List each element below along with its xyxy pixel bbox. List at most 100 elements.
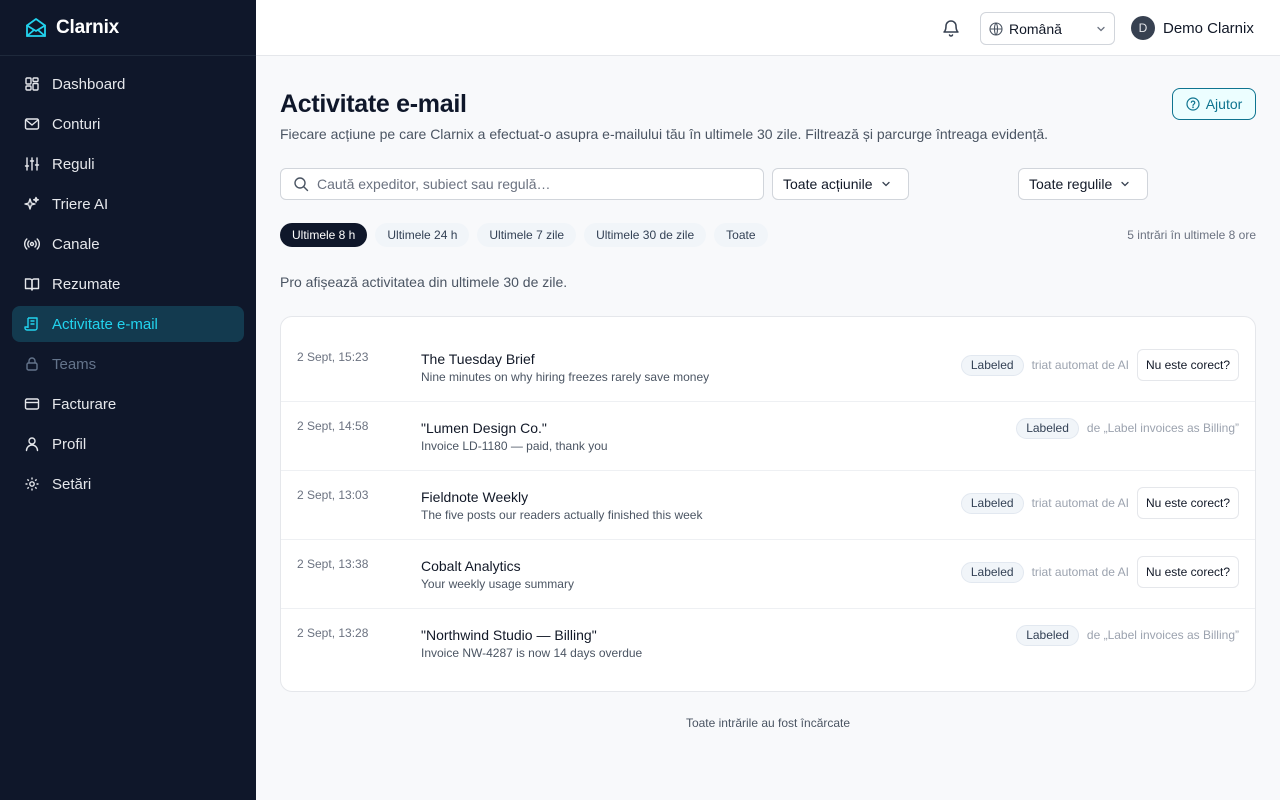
sidebar-item-label: Conturi [52, 115, 101, 133]
time-range-chips: Ultimele 8 h Ultimele 24 h Ultimele 7 zi… [280, 223, 768, 247]
dashboard-icon [24, 76, 40, 92]
activity-sender: "Northwind Studio — Billing" [421, 627, 597, 643]
main-content: Activitate e-mail Fiecare acțiune pe car… [256, 56, 1280, 800]
not-correct-button[interactable]: Nu este corect? [1136, 349, 1239, 381]
globe-icon [989, 21, 1003, 36]
book-open-icon [24, 276, 40, 292]
not-correct-button[interactable]: Nu este corect? [1136, 487, 1239, 519]
sidebar-item-conturi[interactable]: Conturi [12, 106, 244, 142]
sidebar-item-canale[interactable]: Canale [12, 226, 244, 262]
sidebar-item-label: Dashboard [52, 75, 126, 93]
broadcast-icon [24, 236, 40, 252]
activity-subject: The five posts our readers actually fini… [421, 508, 703, 522]
actions-filter-label: Toate acțiunile [783, 176, 873, 192]
credit-card-icon [24, 396, 40, 412]
activity-sender: Fieldnote Weekly [421, 489, 529, 505]
rules-filter-dropdown[interactable]: Toate regulile [1018, 168, 1148, 200]
language-value: Română [1009, 20, 1062, 37]
activity-row[interactable]: 2 Sept, 13:38 Cobalt Analytics Your week… [281, 540, 1255, 609]
activity-source: de „Label invoices as Billing” [1086, 421, 1239, 435]
mail-icon [24, 116, 40, 132]
activity-time: 2 Sept, 13:38 [297, 557, 369, 571]
activity-source: de „Label invoices as Billing” [1086, 628, 1239, 642]
sliders-icon [24, 156, 40, 172]
activity-time: 2 Sept, 15:23 [297, 350, 369, 364]
chevron-down-icon [881, 179, 891, 189]
search-input[interactable] [317, 176, 737, 192]
activity-actions: Labeled triat automat de AI Nu este core… [960, 556, 1239, 588]
activity-sender: The Tuesday Brief [421, 351, 535, 367]
activity-subject: Nine minutes on why hiring freezes rarel… [421, 370, 710, 384]
avatar: D [1131, 16, 1155, 40]
chip-last-30-days[interactable]: Ultimele 30 de zile [584, 223, 707, 247]
chip-last-7-days[interactable]: Ultimele 7 zile [477, 223, 577, 247]
status-badge: Labeled [960, 561, 1024, 583]
scroll-icon [24, 316, 40, 332]
activity-time: 2 Sept, 13:28 [297, 626, 369, 640]
sidebar-item-label: Reguli [52, 155, 95, 173]
top-header: Română D Demo Clarnix [256, 0, 1280, 56]
activity-row[interactable]: 2 Sept, 13:28 "Northwind Studio — Billin… [281, 609, 1255, 678]
activity-sender: Cobalt Analytics [421, 558, 521, 574]
gear-icon [24, 476, 40, 492]
chevron-down-icon [1096, 24, 1106, 34]
sidebar-item-profil[interactable]: Profil [12, 426, 244, 462]
search-box [280, 168, 764, 200]
chip-all[interactable]: Toate [714, 223, 768, 247]
activity-subject: Invoice NW-4287 is now 14 days overdue [421, 646, 643, 660]
notifications-bell-icon[interactable] [940, 17, 962, 39]
activity-list: 2 Sept, 15:23 The Tuesday Brief Nine min… [280, 316, 1256, 692]
sidebar-item-setari[interactable]: Setări [12, 466, 244, 502]
entries-count: 5 intrări în ultimele 8 ore [1127, 228, 1256, 242]
help-circle-icon [1186, 97, 1200, 111]
activity-row[interactable]: 2 Sept, 15:23 The Tuesday Brief Nine min… [281, 333, 1255, 402]
chip-last-8h[interactable]: Ultimele 8 h [280, 223, 368, 247]
sidebar-item-label: Facturare [52, 395, 117, 413]
activity-time: 2 Sept, 13:03 [297, 488, 369, 502]
sparkles-icon [24, 196, 40, 212]
plan-info-text: Pro afișează activitatea din ultimele 30… [280, 274, 568, 290]
sidebar-item-triere-ai[interactable]: Triere AI [12, 186, 244, 222]
activity-source: triat automat de AI [1031, 358, 1129, 372]
status-badge: Labeled [960, 354, 1024, 376]
activity-row[interactable]: 2 Sept, 14:58 "Lumen Design Co." Invoice… [281, 402, 1255, 471]
actions-filter-dropdown[interactable]: Toate acțiunile [772, 168, 909, 200]
sidebar-item-label: Canale [52, 235, 100, 253]
help-button[interactable]: Ajutor [1172, 88, 1256, 120]
activity-actions: Labeled de „Label invoices as Billing” [1016, 412, 1239, 444]
activity-subject: Your weekly usage summary [421, 577, 574, 591]
help-label: Ajutor [1205, 96, 1243, 112]
sidebar-item-label: Activitate e-mail [52, 315, 158, 333]
page-subtitle: Fiecare acțiune pe care Clarnix a efectu… [280, 126, 1049, 142]
sidebar-nav: Dashboard Conturi Reguli Triere AI Canal… [0, 56, 256, 516]
sidebar-item-activitate-email[interactable]: Activitate e-mail [12, 306, 244, 342]
activity-sender: "Lumen Design Co." [421, 420, 547, 436]
activity-row[interactable]: 2 Sept, 13:03 Fieldnote Weekly The five … [281, 471, 1255, 540]
brand-name: Clarnix [56, 16, 120, 38]
status-badge: Labeled [960, 492, 1024, 514]
sidebar-item-rezumate[interactable]: Rezumate [12, 266, 244, 302]
user-menu[interactable]: D Demo Clarnix [1131, 16, 1254, 40]
rules-filter-label: Toate regulile [1029, 176, 1113, 192]
sidebar: Clarnix Dashboard Conturi Reguli Triere … [0, 0, 256, 800]
page-title: Activitate e-mail [280, 90, 467, 118]
sidebar-item-reguli[interactable]: Reguli [12, 146, 244, 182]
not-correct-button[interactable]: Nu este corect? [1136, 556, 1239, 588]
search-icon [293, 176, 309, 192]
sidebar-item-label: Setări [52, 475, 92, 493]
envelope-logo-icon [24, 16, 48, 40]
chip-last-24h[interactable]: Ultimele 24 h [375, 223, 470, 247]
activity-actions: Labeled triat automat de AI Nu este core… [960, 487, 1239, 519]
lock-icon [24, 356, 40, 372]
sidebar-item-facturare[interactable]: Facturare [12, 386, 244, 422]
activity-subject: Invoice LD-1180 — paid, thank you [421, 439, 608, 453]
brand[interactable]: Clarnix [0, 0, 256, 56]
sidebar-item-label: Rezumate [52, 275, 121, 293]
language-select[interactable]: Română [980, 12, 1115, 45]
user-icon [24, 436, 40, 452]
activity-time: 2 Sept, 14:58 [297, 419, 369, 433]
all-loaded-note: Toate intrările au fost încărcate [685, 716, 851, 730]
user-name: Demo Clarnix [1163, 19, 1254, 37]
sidebar-item-dashboard[interactable]: Dashboard [12, 66, 244, 102]
sidebar-item-label: Profil [52, 435, 87, 453]
